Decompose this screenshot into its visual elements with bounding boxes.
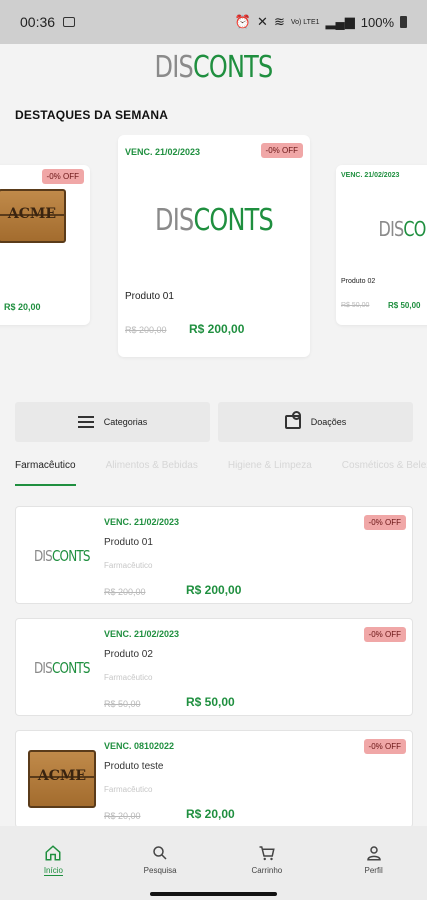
product-name: Produto 01: [125, 291, 174, 302]
product-price: R$ 20,00: [4, 302, 41, 312]
nav-label: Início: [43, 866, 63, 876]
highlight-card-main[interactable]: VENC. 21/02/2023 -0% OFF DISCONTS Produt…: [118, 135, 310, 357]
product-price: R$ 200,00: [189, 322, 245, 336]
product-category: Farmacêutico: [104, 785, 153, 794]
person-icon: [366, 846, 381, 861]
product-name: Produto teste: [104, 761, 164, 772]
tab-higiene-limpeza[interactable]: Higiene & Limpeza: [228, 452, 312, 486]
expiry-date: VENC. 08102022: [104, 741, 175, 751]
status-bar: 00:36 ⏰ ✕ ≋ Vo) LTE1 ▂▄▆ 100%: [0, 0, 427, 44]
product-name: Produto 02: [341, 278, 376, 285]
expiry-date: VENC. 21/02/2023: [104, 629, 180, 639]
expiry-date: VENC. 21/02/2023: [341, 172, 400, 179]
nav-label: Carrinho: [251, 866, 283, 875]
product-category: Farmacêutico: [104, 561, 153, 570]
signal-icon: ▂▄▆: [325, 14, 355, 29]
wifi-icon: ≋: [273, 14, 285, 29]
product-old-price: R$ 50,00: [104, 699, 141, 709]
tab-cosmeticos-beleza[interactable]: Cosméticos & Beleza: [342, 452, 427, 486]
product-price: R$ 200,00: [186, 583, 242, 597]
expiry-date: VENC. 21/02/2023: [104, 517, 180, 527]
highlights-title: DESTAQUES DA SEMANA: [15, 108, 169, 122]
nav-pesquisa[interactable]: Pesquisa: [130, 844, 190, 875]
product-price: R$ 20,00: [186, 807, 235, 821]
product-image: DISCONTS: [34, 659, 91, 677]
search-icon: [153, 846, 167, 860]
discount-badge: -0% OFF: [363, 515, 406, 530]
nav-inicio[interactable]: Início: [23, 844, 83, 876]
discount-badge: -0% OFF: [363, 627, 406, 642]
nav-perfil[interactable]: Perfil: [344, 844, 404, 875]
product-image: ACME: [0, 189, 66, 243]
product-price: R$ 50,00: [186, 695, 235, 709]
nav-label: Perfil: [364, 866, 383, 875]
categories-button[interactable]: Categorias: [15, 402, 210, 442]
product-image: DISCONTS: [155, 203, 274, 238]
highlights-carousel[interactable]: -0% OFF ACME R$ 20,00 VENC. 21/02/2023 -…: [0, 135, 427, 375]
nav-label: Pesquisa: [143, 866, 177, 875]
home-icon: [45, 845, 61, 861]
product-image: ACME: [26, 746, 98, 814]
discount-badge: -0% OFF: [260, 143, 303, 158]
product-old-price: R$ 200,00: [104, 587, 146, 597]
battery-label: 100%: [360, 14, 394, 30]
tab-farmaceutico[interactable]: Farmacêutico: [15, 452, 76, 486]
gesture-bar[interactable]: [150, 892, 277, 896]
gallery-icon: [63, 17, 76, 27]
donations-label: Doações: [310, 417, 347, 427]
donations-button[interactable]: Doações: [218, 402, 413, 442]
alarm-icon: ⏰: [234, 14, 252, 29]
discount-badge: -0% OFF: [363, 739, 406, 754]
product-category: Farmacêutico: [104, 673, 153, 682]
cart-icon: [259, 846, 275, 861]
product-old-price: R$ 20,00: [104, 811, 141, 821]
gift-icon: [284, 411, 301, 429]
highlight-card-right[interactable]: VENC. 21/02/2023 DISCONTS Produto 02 R$ …: [336, 165, 427, 325]
tab-alimentos-bebidas[interactable]: Alimentos & Bebidas: [106, 452, 198, 486]
product-image: DISCONTS: [378, 217, 427, 241]
product-old-price: R$ 200,00: [125, 325, 167, 335]
network-label: Vo) LTE1: [290, 18, 320, 26]
expiry-date: VENC. 21/02/2023: [125, 147, 201, 157]
status-time: 00:36: [20, 14, 56, 30]
product-card[interactable]: DISCONTS VENC. 21/02/2023 -0% OFF Produt…: [15, 618, 413, 716]
discount-badge: -0% OFF: [41, 169, 84, 184]
categories-label: Categorias: [103, 417, 148, 427]
battery-icon: [400, 16, 407, 28]
app-logo: DISCONTS: [154, 50, 274, 85]
mute-icon: ✕: [257, 14, 268, 29]
product-price: R$ 50,00: [388, 301, 421, 310]
product-name: Produto 01: [104, 537, 153, 548]
product-old-price: R$ 50,00: [341, 302, 370, 309]
bottom-nav: Início Pesquisa Carrinho Perfil: [0, 826, 427, 888]
product-card[interactable]: ACME VENC. 08102022 -0% OFF Produto test…: [15, 730, 413, 828]
product-image: DISCONTS: [34, 547, 91, 565]
list-icon: [77, 416, 94, 428]
highlight-card-left[interactable]: -0% OFF ACME R$ 20,00: [0, 165, 90, 325]
nav-carrinho[interactable]: Carrinho: [237, 844, 297, 875]
product-card[interactable]: DISCONTS VENC. 21/02/2023 -0% OFF Produt…: [15, 506, 413, 604]
action-buttons: Categorias Doações: [15, 402, 413, 442]
gesture-area: [0, 888, 427, 900]
category-tabs: Farmacêutico Alimentos & Bebidas Higiene…: [15, 452, 427, 486]
product-name: Produto 02: [104, 649, 153, 660]
